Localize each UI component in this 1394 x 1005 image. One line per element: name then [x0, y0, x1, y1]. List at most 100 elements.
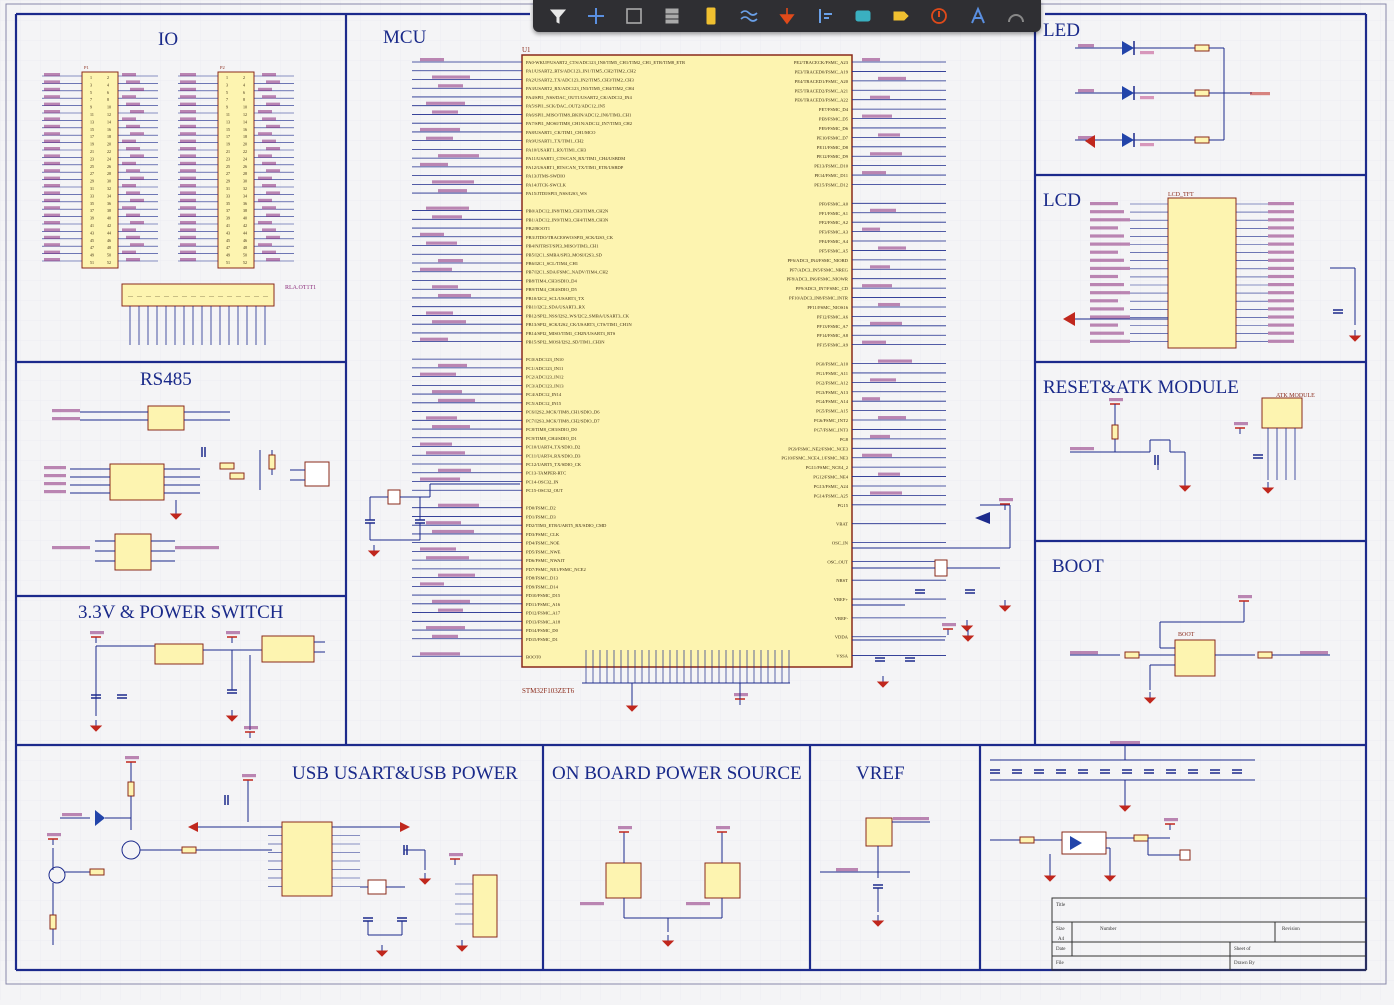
pin-number: 1 — [90, 75, 92, 80]
align-tool-button[interactable] — [658, 3, 686, 29]
mcu-pin-label: PC2/ADC123_IN12 — [526, 375, 564, 380]
mcu-pin-label: PA6/SPI1_MISO/TIM8_BKIN/ADC12_IN6/TIM3_C… — [526, 112, 632, 117]
arc-tool-button[interactable] — [1002, 3, 1030, 29]
pin-number: 38 — [243, 208, 247, 213]
strip-pin: — — [181, 295, 188, 300]
usb-connector — [472, 874, 498, 938]
mcu-pin-label: PG15 — [838, 503, 849, 508]
io-header-label: RLA.OT1T1 — [285, 285, 316, 291]
power-header-left — [605, 862, 642, 899]
mcu-pin-label: PB8/TIM4_CH3/SDIO_D4 — [526, 278, 577, 283]
io-header-connector — [81, 71, 119, 269]
sheet-tool-button[interactable] — [849, 3, 877, 29]
pin-number: 51 — [90, 260, 94, 265]
pin-number: 8 — [243, 97, 245, 102]
select-rect-tool-button[interactable] — [620, 3, 648, 29]
mcu-pin-label: PF6/ADC3_IN4/FSMC_NIORD — [788, 258, 849, 263]
date-label: Date — [1056, 947, 1066, 952]
mcu-pin-label: PC6/I2S2_MCK/TIM8_CH1/SDIO_D6 — [526, 410, 600, 415]
header-ref: P2 — [220, 65, 225, 70]
mcu-pin-label: PF10/ADC3_IN8/FSMC_INTR — [789, 296, 849, 301]
mcu-pin-label: PF1/FSMC_A1 — [819, 211, 849, 216]
mcu-pin-label: PD14/FSMC_D0 — [526, 628, 559, 633]
pin-number: 33 — [226, 193, 230, 198]
sheet-icon — [855, 10, 871, 22]
pin-number: 35 — [226, 201, 230, 206]
pin-number: 50 — [243, 253, 247, 258]
port-tool-button[interactable] — [887, 3, 915, 29]
mcu-pin-label: PB13/SPI2_SCK/I2S2_CK/USART3_CTS/TIM1_CH… — [526, 322, 632, 327]
component-tool-button[interactable] — [697, 3, 725, 29]
mcu-pin-label: PB10/I2C2_SCL/USART3_TX — [526, 296, 585, 301]
mcu-pin-label: PC13-TAMPER-RTC — [526, 471, 566, 476]
wire-tool-button[interactable] — [735, 3, 763, 29]
pin-number: 36 — [243, 201, 247, 206]
title-label: Title — [1056, 903, 1066, 908]
mcu-pin-label: PA14/JTCK-SWCLK — [526, 182, 567, 187]
section-title-vref: VREF — [856, 763, 905, 784]
pin-number: 9 — [226, 105, 228, 110]
resistor — [127, 781, 135, 797]
mcu-pin-label: PB15/SPI2_MOSI/I2S2_SD/TIM1_CH3N — [526, 340, 605, 345]
dac-out-pin — [1179, 849, 1191, 861]
resistor — [1124, 651, 1140, 659]
pin-number: 16 — [243, 127, 247, 132]
section-title-reset-atk: RESET&ATK MODULE — [1043, 377, 1239, 398]
pin-number: 25 — [90, 164, 94, 169]
pin-number: 32 — [243, 186, 247, 191]
mcu-pin-label: PA10/USART1_RX/TIM1_CH3 — [526, 147, 587, 152]
text-icon — [970, 6, 985, 24]
mcu-pin-label: PE8/FSMC_D5 — [819, 117, 849, 122]
pin-number: 50 — [107, 253, 111, 258]
mcu-pin-label: VREF+ — [834, 597, 849, 602]
section-title-rs485: RS485 — [140, 369, 192, 390]
mcu-pin-label: PC1/ADC123_IN11 — [526, 366, 564, 371]
pin-number: 48 — [107, 245, 111, 250]
component-icon — [706, 7, 716, 25]
pin-number: 43 — [90, 230, 94, 235]
mcu-pin-label: PD10/FSMC_D15 — [526, 593, 561, 598]
pin-number: 21 — [90, 149, 94, 154]
mcu-pin-label: PB11/I2C2_SDA/USART3_RX — [526, 305, 586, 310]
text-tool-button[interactable] — [964, 3, 992, 29]
filter-tool-button[interactable] — [544, 3, 572, 29]
ground-tool-button[interactable] — [773, 3, 801, 29]
pin-number: 14 — [107, 119, 111, 124]
mcu-pin-label: PC10/UART4_TX/SDIO_D2 — [526, 445, 581, 450]
mcu-pin-label: PD2/TIM3_ETR/UART5_RX/SDIO_CMD — [526, 523, 607, 528]
crystal-body — [367, 879, 387, 895]
mcu-pin-label: VBAT — [836, 522, 848, 527]
pin-number: 26 — [107, 164, 111, 169]
resistor — [181, 846, 197, 854]
mcu-pin-label: PA4/SPI1_NSS/DAC_OUT1/USART2_CK/ADC12_IN… — [526, 95, 632, 100]
mcu-ref: U1 — [522, 46, 531, 54]
crosshair-tool-button[interactable] — [582, 3, 610, 29]
mcu-pin-label: PA1/USART2_RTS/ADC123_IN1/TIM5_CH2/TIM2_… — [526, 69, 636, 74]
strip-pin: — — [235, 295, 242, 300]
schematic-toolbar — [533, 0, 1041, 32]
pin-number: 3 — [226, 82, 228, 87]
mcu-pin-label: PA3/USART2_RX/ADC123_IN3/TIM5_CH4/TIM2_C… — [526, 86, 635, 91]
mcu-pin-label: VREF- — [835, 616, 849, 621]
sheet-label: Sheet of — [1234, 947, 1251, 952]
mcu-pin-label: PG4/FSMC_A14 — [816, 399, 849, 404]
bus-tool-button[interactable] — [811, 3, 839, 29]
pin-number: 36 — [107, 201, 111, 206]
mcu-pin-label: PD6/FSMC_NWAIT — [526, 558, 565, 563]
schematic-canvas[interactable]: IO MCU LED LCD RS485 RESET&ATK MODULE 3.… — [0, 0, 1394, 1000]
pin-number: 14 — [243, 119, 247, 124]
mcu-pin-label: PB12/SPI2_NSS/I2S2_WS/I2C2_SMBA/USART3_C… — [526, 313, 630, 318]
pin-number: 33 — [90, 193, 94, 198]
mcu-pin-label: PE10/FSMC_D7 — [817, 135, 849, 140]
mcu-pin-label: PE15/FSMC_D12 — [814, 182, 848, 187]
resistor — [1133, 834, 1149, 842]
mcu-pin-label: PD15/FSMC_D1 — [526, 637, 559, 642]
pin-number: 47 — [90, 245, 94, 250]
size-label: Size — [1056, 927, 1065, 932]
resistor — [1194, 136, 1210, 144]
mcu-pin-label: PA7/SPI1_MOSI/TIM8_CH1N/ADC12_IN7/TIM3_C… — [526, 121, 633, 126]
power-header-right — [704, 862, 741, 899]
no-erc-tool-button[interactable] — [925, 3, 953, 29]
pin-number: 37 — [90, 208, 94, 213]
schematic-sheet[interactable]: IO MCU LED LCD RS485 RESET&ATK MODULE 3.… — [0, 0, 1394, 1000]
